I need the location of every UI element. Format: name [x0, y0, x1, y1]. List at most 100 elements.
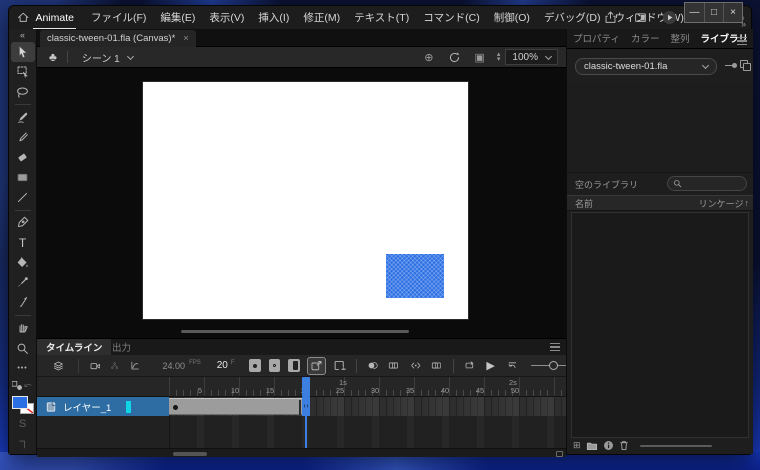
quick-share-play-icon[interactable] [662, 10, 677, 25]
tab-timeline[interactable]: タイムライン [37, 339, 111, 355]
line-tool[interactable] [11, 187, 35, 207]
snap-options[interactable] [11, 378, 35, 393]
library-scrollbar[interactable] [640, 445, 712, 447]
delete-item-button[interactable] [619, 440, 629, 451]
eyedropper-tool[interactable] [11, 273, 35, 293]
share-icon[interactable] [604, 11, 617, 24]
straighten-option-icon[interactable] [11, 434, 35, 454]
rectangle-tool[interactable] [11, 167, 35, 187]
stage-horizontal-scrollbar[interactable] [181, 330, 409, 333]
app-name[interactable]: Animate [35, 12, 74, 24]
graph-editor-icon[interactable] [130, 359, 140, 372]
timeline-horizontal-scrollbar[interactable] [173, 452, 207, 456]
timeline-ruler[interactable]: ⊞ • 1s 2s 5 10 15 20 [37, 377, 566, 397]
classic-brush-tool[interactable] [11, 127, 35, 147]
menu-insert[interactable]: 挿入(I) [251, 10, 296, 25]
spin-down-icon[interactable]: ▾ [497, 57, 501, 62]
tab-align[interactable]: 整列 [670, 31, 689, 45]
pen-tool[interactable] [11, 212, 35, 232]
selection-tool[interactable] [11, 42, 35, 62]
frame-span[interactable] [169, 398, 302, 415]
text-tool[interactable]: T [11, 233, 35, 253]
modify-markers-icon[interactable] [431, 359, 443, 372]
layer-row-header-selected[interactable]: レイヤー_1 [37, 397, 169, 416]
fluid-brush-tool[interactable] [11, 107, 35, 127]
current-frame-value[interactable]: 20 [217, 360, 228, 371]
menu-view[interactable]: 表示(V) [202, 10, 251, 25]
properties-info-icon[interactable] [603, 440, 614, 451]
loop-playback-icon[interactable] [464, 359, 475, 372]
eraser-tool[interactable] [11, 147, 35, 167]
zoom-stepper[interactable]: ▴ ▾ [497, 52, 501, 62]
maximize-button[interactable]: □ [704, 3, 723, 22]
hand-tool[interactable] [11, 318, 35, 338]
slider-handle[interactable] [549, 361, 558, 370]
layers-icon[interactable] [53, 359, 64, 373]
library-search-field[interactable] [667, 176, 747, 191]
column-name[interactable]: 名前 [575, 197, 593, 210]
edit-multiple-frames-icon[interactable] [410, 359, 422, 372]
center-stage-icon[interactable]: ⊕ [424, 51, 433, 64]
paint-bucket-tool[interactable] [11, 253, 35, 273]
fps-value[interactable]: 24.00 [163, 361, 186, 371]
parenting-view-icon[interactable] [110, 360, 119, 372]
ruler-frames[interactable] [169, 377, 566, 396]
tween-shape-selected[interactable] [386, 254, 444, 298]
clip-content-icon[interactable]: ▣ [475, 51, 485, 64]
library-item-list[interactable] [571, 212, 749, 438]
library-document-dropdown[interactable]: classic-tween-01.fla [575, 58, 717, 75]
library-panel-menu-icon[interactable] [737, 37, 747, 45]
zoom-level-dropdown[interactable]: 100% [505, 49, 558, 65]
menu-modify[interactable]: 修正(M) [296, 10, 347, 25]
rewind-icon[interactable] [507, 359, 518, 372]
auto-keyframe-button-active[interactable] [307, 357, 326, 375]
menu-window[interactable]: ウィンドウ(W) [608, 10, 691, 25]
column-linkage[interactable]: リンケージ [699, 197, 744, 210]
fill-color-swatch[interactable] [12, 396, 28, 409]
minimize-button[interactable]: — [685, 3, 704, 22]
menu-text[interactable]: テキスト(T) [347, 10, 416, 25]
stage[interactable] [143, 82, 468, 319]
resize-grip-icon[interactable] [556, 451, 563, 457]
menu-debug[interactable]: デバッグ(D) [537, 10, 608, 25]
asset-warp-tool[interactable] [11, 293, 35, 313]
layer-row[interactable]: レイヤー_1 [37, 397, 566, 416]
insert-blank-keyframe-button[interactable] [269, 359, 281, 372]
tab-output[interactable]: 出力 [103, 339, 140, 355]
timeline-zoom-slider[interactable] [531, 360, 566, 372]
tab-close-icon[interactable]: × [183, 33, 189, 44]
menu-edit[interactable]: 編集(E) [153, 10, 202, 25]
menu-commands[interactable]: コマンド(C) [416, 10, 487, 25]
tab-properties[interactable]: プロパティ [573, 31, 620, 45]
menu-file[interactable]: ファイル(F) [84, 10, 153, 25]
rotate-stage-icon[interactable] [448, 51, 461, 64]
scene-dropdown-chevron-icon[interactable] [127, 52, 134, 59]
camera-icon[interactable] [90, 360, 101, 372]
collapse-tools-icon[interactable]: « [11, 29, 35, 42]
new-symbol-button[interactable]: ⊞ [573, 440, 581, 451]
onion-skin-outline-icon[interactable] [388, 359, 400, 372]
pasteboard[interactable] [37, 68, 566, 338]
insert-keyframe-button[interactable] [249, 359, 261, 372]
workspace-icon[interactable] [634, 11, 647, 24]
new-library-panel-icon[interactable] [740, 60, 751, 71]
free-transform-tool[interactable] [11, 62, 35, 82]
layer-name[interactable]: レイヤー_1 [63, 400, 111, 414]
new-folder-button[interactable] [586, 441, 598, 451]
timeline-panel-menu-icon[interactable] [550, 343, 560, 351]
playhead[interactable] [302, 377, 310, 397]
insert-frame-button[interactable] [288, 359, 300, 372]
smooth-option-icon[interactable]: S [11, 414, 35, 434]
tab-color[interactable]: カラー [631, 31, 660, 45]
panel-collapse-icon[interactable]: » [741, 19, 746, 29]
remove-frame-button[interactable] [333, 359, 347, 372]
document-tab[interactable]: classic-tween-01.fla (Canvas)* × [40, 30, 196, 47]
zoom-tool[interactable] [11, 338, 35, 358]
layer-highlight-color[interactable] [126, 401, 131, 413]
onion-skin-icon[interactable] [367, 359, 379, 372]
lasso-tool[interactable] [11, 82, 35, 102]
edit-scene-clover-icon[interactable]: ♣ [49, 50, 57, 64]
pin-library-icon[interactable] [725, 64, 737, 67]
home-icon[interactable] [17, 11, 29, 24]
menu-control[interactable]: 制御(O) [487, 10, 537, 25]
